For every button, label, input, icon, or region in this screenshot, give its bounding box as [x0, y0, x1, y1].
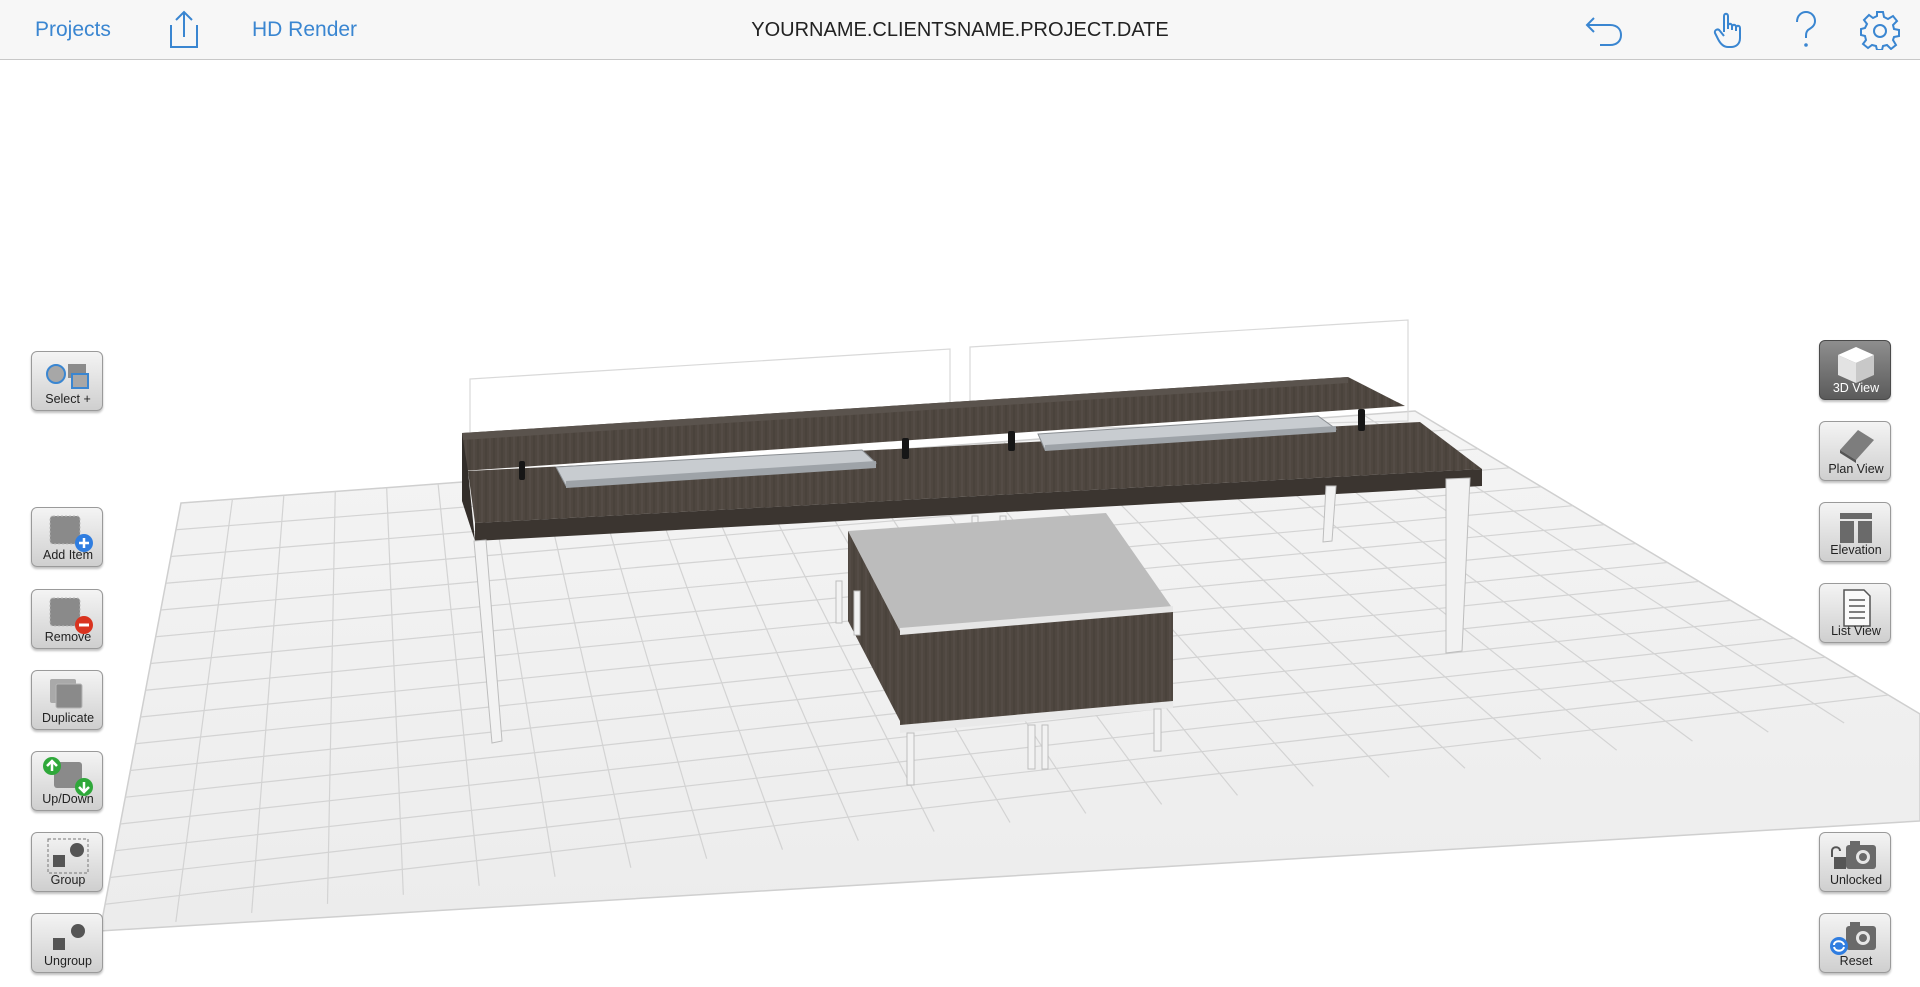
up-down-arrows-icon [43, 757, 93, 796]
group-button[interactable]: Group [31, 832, 103, 892]
3d-view-button[interactable]: 3D View [1819, 340, 1891, 400]
duplicate-label: Duplicate [41, 711, 95, 725]
share-icon[interactable] [163, 9, 205, 51]
3d-view-label: 3D View [1832, 381, 1880, 395]
reset-label: Reset [1839, 954, 1873, 968]
up-down-button[interactable]: Up/Down [31, 751, 103, 811]
plan-view-label: Plan View [1828, 462, 1884, 476]
reset-camera-button[interactable]: Reset [1819, 913, 1891, 973]
undo-icon[interactable] [1584, 12, 1624, 48]
select-shapes-icon [46, 364, 89, 389]
elevation-button[interactable]: Elevation [1819, 502, 1891, 562]
top-bar: Projects HD Render YOURNAME.CLIENTSNAME.… [0, 0, 1920, 60]
list-document-icon [1843, 589, 1871, 627]
plan-view-button[interactable]: Plan View [1819, 421, 1891, 481]
camera-reset-icon [1830, 922, 1876, 955]
camera-unlocked-icon [1831, 841, 1876, 869]
document-title-text: YOURNAME.CLIENTSNAME.PROJECT.DATE [751, 19, 1169, 41]
list-view-button[interactable]: List View [1819, 583, 1891, 643]
remove-label: Remove [44, 630, 92, 644]
touch-gesture-icon[interactable] [1712, 10, 1748, 50]
projects-link[interactable]: Projects [35, 17, 111, 43]
remove-item-icon [49, 597, 93, 634]
ungroup-button[interactable]: Ungroup [31, 913, 103, 973]
select-plus-label: Select + [45, 392, 91, 406]
unlocked-label: Unlocked [1829, 873, 1883, 887]
ungroup-label: Ungroup [44, 954, 92, 968]
unlocked-camera-button[interactable]: Unlocked [1819, 832, 1891, 892]
settings-gear-icon[interactable] [1860, 10, 1900, 50]
cube-3d-icon [1838, 347, 1874, 383]
list-view-label: List View [1831, 624, 1881, 638]
duplicate-icon [50, 679, 83, 709]
group-icon [47, 838, 89, 874]
storage-cabinet[interactable] [848, 513, 1173, 733]
plan-view-icon [1840, 430, 1874, 463]
3d-viewport[interactable] [0, 61, 1920, 987]
elevation-icon [1840, 513, 1872, 543]
add-item-label: Add Item [42, 548, 94, 562]
ungroup-icon [53, 924, 85, 950]
select-plus-button[interactable]: Select + [31, 351, 103, 411]
help-icon[interactable] [1792, 10, 1818, 50]
add-item-button[interactable]: Add Item [31, 507, 103, 567]
elevation-label: Elevation [1830, 543, 1882, 557]
add-item-icon [49, 515, 93, 552]
remove-button[interactable]: Remove [31, 589, 103, 649]
hd-render-link[interactable]: HD Render [252, 17, 357, 43]
up-down-label: Up/Down [42, 792, 94, 806]
group-label: Group [50, 873, 86, 887]
duplicate-button[interactable]: Duplicate [31, 670, 103, 730]
